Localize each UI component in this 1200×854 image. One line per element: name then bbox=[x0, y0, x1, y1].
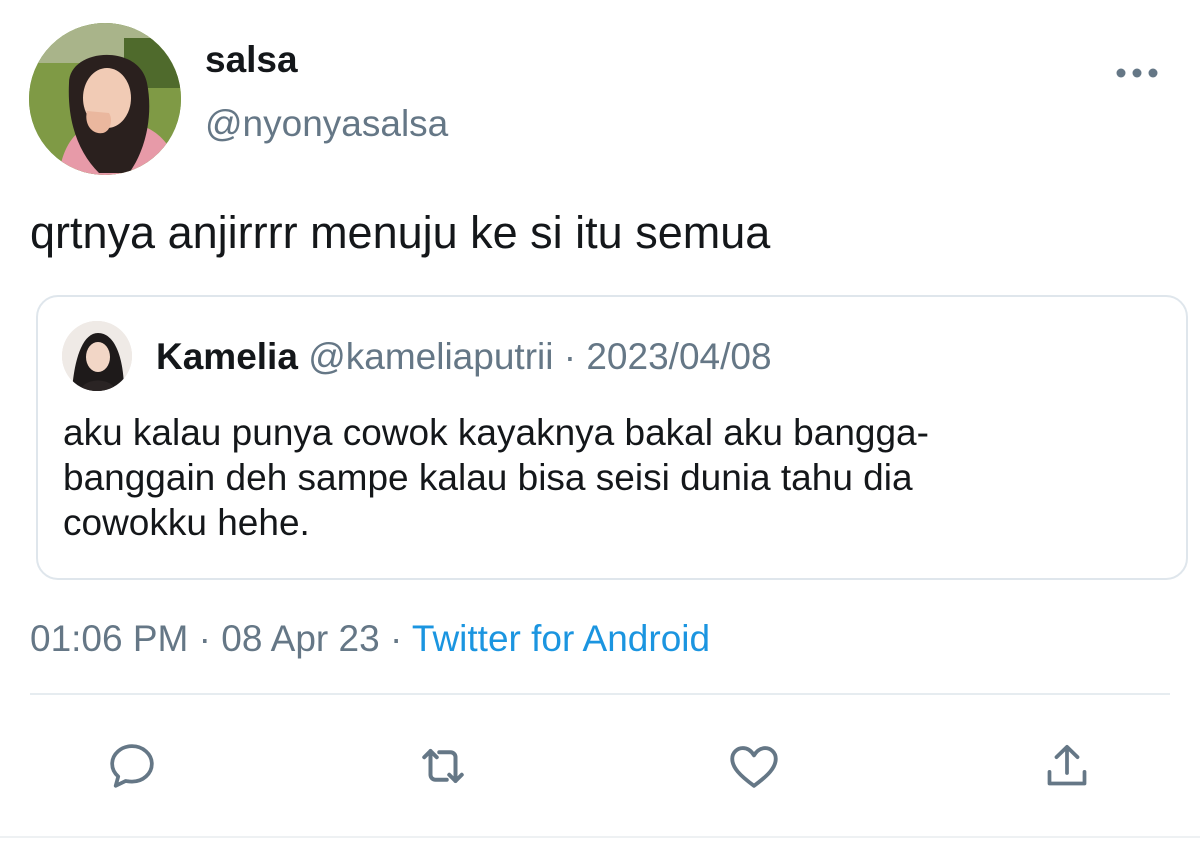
meta-separator: · bbox=[379, 618, 412, 659]
tweet-source-link[interactable]: Twitter for Android bbox=[412, 618, 710, 659]
tweet: salsa @nyonyasalsa qrtnya anjirrrr menuj… bbox=[0, 0, 1200, 854]
tweet-text: qrtnya anjirrrr menuju ke si itu semua bbox=[30, 207, 771, 258]
quoted-tweet[interactable]: Kamelia @kameliaputrii · 2023/04/08 aku … bbox=[36, 295, 1188, 580]
retweet-icon bbox=[422, 749, 464, 783]
like-button[interactable] bbox=[724, 736, 784, 796]
retweet-button[interactable] bbox=[413, 736, 473, 796]
share-button[interactable] bbox=[1037, 736, 1097, 796]
author-display-name[interactable]: salsa bbox=[205, 40, 298, 80]
heart-icon bbox=[730, 746, 778, 788]
author-avatar-image bbox=[29, 23, 181, 175]
divider bbox=[30, 693, 1170, 695]
more-horizontal-icon bbox=[1116, 68, 1158, 78]
reply-icon bbox=[110, 744, 154, 788]
author-handle[interactable]: @nyonyasalsa bbox=[205, 104, 448, 144]
quoted-separator: · bbox=[553, 336, 587, 377]
bottom-divider bbox=[0, 836, 1200, 838]
quoted-author-name[interactable]: Kamelia bbox=[156, 336, 298, 377]
more-options-button[interactable] bbox=[1112, 55, 1162, 91]
meta-separator: · bbox=[188, 618, 222, 659]
tweet-meta: 01:06 PM · 08 Apr 23 · Twitter for Andro… bbox=[30, 618, 710, 660]
quoted-author-handle[interactable]: @kameliaputrii bbox=[308, 336, 553, 377]
tweet-date: 08 Apr 23 bbox=[221, 618, 380, 659]
quoted-date: 2023/04/08 bbox=[586, 336, 772, 377]
tweet-time: 01:06 PM bbox=[30, 618, 189, 659]
quoted-header: Kamelia @kameliaputrii · 2023/04/08 bbox=[156, 337, 772, 377]
reply-button[interactable] bbox=[102, 736, 162, 796]
author-avatar[interactable] bbox=[29, 23, 181, 175]
share-icon bbox=[1047, 745, 1087, 786]
quoted-avatar-image bbox=[62, 321, 132, 391]
quoted-text: aku kalau punya cowok kayaknya bakal aku… bbox=[63, 412, 929, 543]
quoted-author-avatar[interactable] bbox=[62, 321, 132, 391]
